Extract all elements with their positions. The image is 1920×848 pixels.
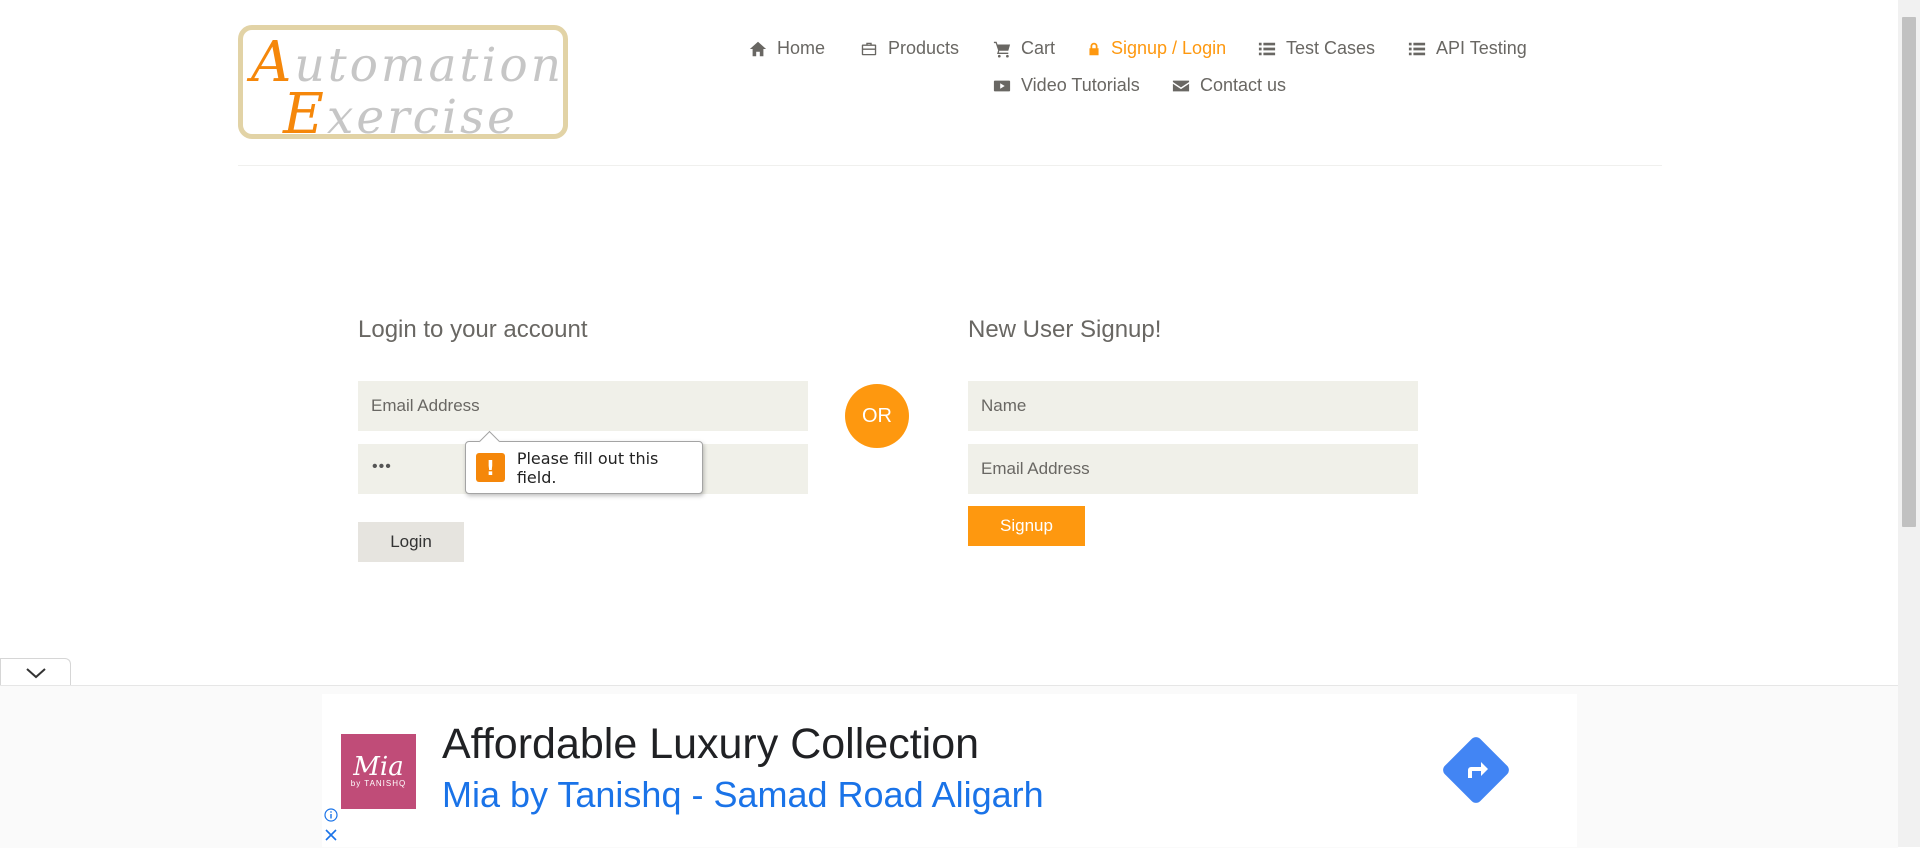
nav-api-testing[interactable]: API Testing bbox=[1408, 38, 1527, 59]
nav-home[interactable]: Home bbox=[749, 38, 825, 59]
signup-name-input[interactable] bbox=[968, 381, 1418, 431]
nav-test-cases[interactable]: Test Cases bbox=[1258, 38, 1375, 59]
nav-home-label: Home bbox=[777, 38, 826, 58]
nav-contact-us[interactable]: Contact us bbox=[1172, 75, 1286, 96]
turn-right-arrow-icon bbox=[1468, 762, 1488, 778]
validation-message: Please fill out this field. bbox=[516, 448, 659, 487]
login-email-input[interactable] bbox=[358, 381, 808, 431]
ad-logo-sub: by TANISHQ bbox=[350, 779, 407, 788]
close-icon[interactable] bbox=[324, 828, 338, 842]
ad-subtitle[interactable]: Mia by Tanishq - Samad Road Aligarh bbox=[442, 774, 1044, 816]
login-password-value: ••• bbox=[372, 458, 392, 475]
nav-api-testing-label: API Testing bbox=[1436, 38, 1527, 58]
login-title: Login to your account bbox=[358, 316, 588, 343]
signup-title: New User Signup! bbox=[968, 316, 1162, 343]
nav-products[interactable]: Products bbox=[860, 38, 959, 59]
signup-email-input[interactable] bbox=[968, 444, 1418, 494]
nav-cart-label: Cart bbox=[1021, 38, 1056, 58]
nav-video-tutorials[interactable]: Video Tutorials bbox=[993, 75, 1140, 96]
nav-products-label: Products bbox=[888, 38, 960, 58]
nav-test-cases-label: Test Cases bbox=[1286, 38, 1376, 58]
warning-icon: ! bbox=[476, 453, 505, 482]
briefcase-icon bbox=[861, 42, 877, 55]
ad-title[interactable]: Affordable Luxury Collection bbox=[442, 720, 979, 769]
ad-logo-text: Mia bbox=[353, 752, 404, 782]
list-icon bbox=[1258, 42, 1276, 55]
or-divider: OR bbox=[845, 384, 909, 448]
nav-signup-login[interactable]: Signup / Login bbox=[1087, 38, 1226, 59]
validation-tooltip: ! Please fill out this field. bbox=[465, 441, 703, 494]
list-icon bbox=[1408, 42, 1426, 55]
signup-button[interactable]: Signup bbox=[968, 506, 1085, 546]
login-button[interactable]: Login bbox=[358, 522, 464, 562]
site-logo[interactable]: Automation Exercise bbox=[238, 25, 568, 147]
nav-signup-login-label: Signup / Login bbox=[1111, 38, 1227, 58]
cart-icon bbox=[993, 41, 1011, 58]
youtube-icon bbox=[993, 80, 1011, 91]
nav-cart[interactable]: Cart bbox=[993, 38, 1055, 59]
nav-contact-us-label: Contact us bbox=[1200, 75, 1287, 95]
ad-collapse-toggle[interactable] bbox=[0, 658, 71, 686]
logo-line-2: Exercise bbox=[283, 82, 518, 147]
chevron-down-icon bbox=[25, 667, 46, 678]
ad-brand-logo[interactable]: Mia by TANISHQ bbox=[341, 734, 416, 809]
nav-video-tutorials-label: Video Tutorials bbox=[1021, 75, 1140, 95]
home-icon bbox=[749, 41, 767, 56]
envelope-icon bbox=[1172, 80, 1190, 91]
info-icon[interactable] bbox=[324, 808, 338, 822]
lock-icon bbox=[1089, 42, 1099, 55]
header-divider bbox=[238, 165, 1662, 166]
ad-card[interactable] bbox=[322, 694, 1577, 847]
scrollbar-thumb[interactable] bbox=[1902, 17, 1916, 527]
